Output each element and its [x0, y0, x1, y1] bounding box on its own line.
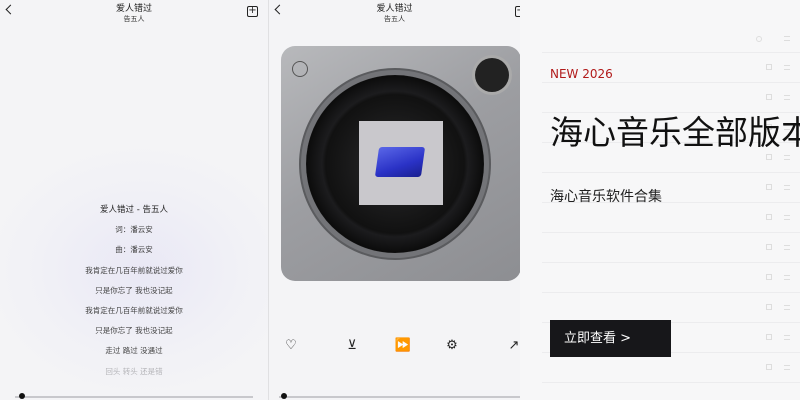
banner-headline: 海心音乐全部版本: [550, 113, 800, 152]
player-screen: 爱人错过 告五人 + ♡ ⊻ ⏩ ⚙ ↗: [268, 0, 520, 400]
new-badge: NEW 2026: [550, 67, 613, 81]
replay-icon[interactable]: [292, 61, 308, 77]
lyric-line: 回头 转头 还是错: [105, 366, 163, 376]
lyric-line: 我肯定在几百年前就说过爱你: [85, 305, 183, 315]
menu-icon[interactable]: [784, 335, 790, 340]
add-icon[interactable]: +: [247, 6, 258, 17]
heart-icon[interactable]: [756, 36, 762, 42]
lyrics-list: 爱人错过 - 告五人 词：潘云安 曲：潘云安 我肯定在几百年前就说过爱你 只是你…: [0, 204, 268, 386]
progress-knob[interactable]: [19, 393, 25, 399]
play-icon[interactable]: [766, 274, 772, 280]
play-icon[interactable]: [766, 304, 772, 310]
banner-subtitle: 海心音乐软件合集: [550, 189, 662, 205]
lyric-line: 爱人错过 - 告五人: [100, 205, 168, 215]
lyric-line: 走过 路过 没遇过: [105, 346, 163, 356]
view-now-button[interactable]: 立即查看 >: [550, 320, 671, 357]
progress-track[interactable]: [15, 396, 253, 398]
lyric-line: 只是你忘了 我也没记起: [95, 326, 173, 336]
list-divider: [542, 262, 800, 263]
song-title: 爱人错过: [115, 4, 152, 14]
menu-icon[interactable]: [784, 215, 790, 220]
knob-icon: [475, 58, 509, 92]
play-icon[interactable]: [766, 214, 772, 220]
play-icon[interactable]: [766, 154, 772, 160]
skip-icon[interactable]: ⏩: [394, 338, 412, 354]
list-divider: [542, 52, 800, 53]
cover-art: [374, 147, 426, 177]
song-artist: 告五人: [123, 15, 145, 23]
download-icon[interactable]: ⊻: [343, 338, 361, 354]
play-icon[interactable]: [766, 334, 772, 340]
list-divider: [542, 82, 800, 83]
list-divider: [542, 232, 800, 233]
menu-icon[interactable]: [784, 65, 790, 70]
list-divider: [542, 382, 800, 383]
menu-icon[interactable]: [784, 95, 790, 100]
menu-icon[interactable]: [784, 36, 790, 41]
play-icon[interactable]: [766, 94, 772, 100]
progress-knob[interactable]: [281, 393, 287, 399]
play-icon[interactable]: [766, 64, 772, 70]
lyric-line: 只是你忘了 我也没记起: [95, 285, 173, 295]
menu-icon[interactable]: [784, 365, 790, 370]
play-icon[interactable]: [766, 184, 772, 190]
play-icon[interactable]: [766, 244, 772, 250]
lyrics-screen: 爱人错过 告五人 + 爱人错过 - 告五人 词：潘云安 曲：潘云安 我肯定在几百…: [0, 0, 268, 400]
menu-icon[interactable]: [784, 155, 790, 160]
list-divider: [542, 292, 800, 293]
play-icon[interactable]: [766, 364, 772, 370]
menu-icon[interactable]: [784, 275, 790, 280]
menu-icon[interactable]: [784, 245, 790, 250]
list-divider: [542, 172, 800, 173]
menu-icon[interactable]: [784, 305, 790, 310]
lyric-line: 我肯定在几百年前就说过爱你: [85, 265, 183, 275]
share-icon[interactable]: ↗: [505, 338, 520, 354]
settings-icon[interactable]: ⚙: [443, 338, 461, 354]
progress-track[interactable]: [279, 396, 520, 398]
heart-icon[interactable]: ♡: [282, 338, 300, 354]
song-title: 爱人错过: [376, 4, 413, 14]
song-artist: 告五人: [384, 15, 405, 23]
menu-icon[interactable]: [784, 185, 790, 190]
lyric-line: 词：潘云安: [115, 225, 153, 235]
album-cover: [359, 121, 443, 205]
promo-banner: NEW 2026 海心音乐全部版本 海心音乐软件合集 立即查看 >: [520, 0, 800, 400]
lyric-line: 曲：潘云安: [115, 245, 153, 255]
